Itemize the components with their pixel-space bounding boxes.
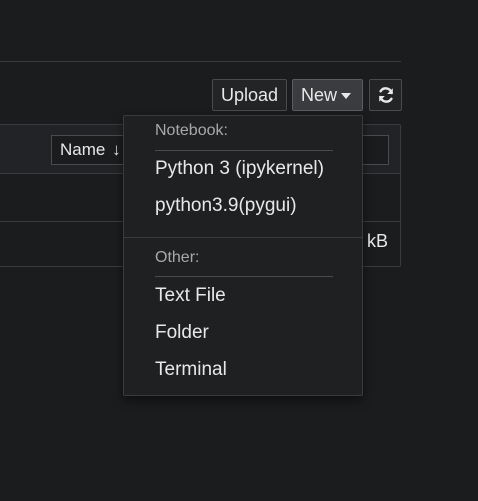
new-button-label: New: [301, 85, 338, 105]
top-divider: [0, 61, 401, 62]
menu-divider: [124, 237, 362, 238]
notebook-header-underline: [155, 150, 333, 151]
menu-item-terminal[interactable]: Terminal: [155, 359, 227, 381]
name-column-label: Name: [60, 140, 106, 159]
refresh-button[interactable]: [369, 79, 402, 111]
sort-down-arrow-icon: ↓: [112, 140, 121, 159]
upload-button[interactable]: Upload: [212, 79, 287, 111]
notebook-section-header: Notebook:: [155, 122, 228, 139]
file-browser-page: Upload New Name ↓ ze kB Notebook: Python: [0, 0, 478, 501]
caret-down-icon: [341, 93, 352, 100]
new-dropdown-menu: Notebook: Python 3 (ipykernel) python3.9…: [123, 115, 363, 396]
refresh-icon: [378, 87, 393, 103]
menu-item-python39-pygui[interactable]: python3.9(pygui): [155, 195, 297, 217]
other-section-header: Other:: [155, 249, 200, 266]
menu-item-python3-ipykernel[interactable]: Python 3 (ipykernel): [155, 158, 324, 180]
menu-item-folder[interactable]: Folder: [155, 322, 209, 344]
menu-item-text-file[interactable]: Text File: [155, 285, 226, 307]
file-size: kB: [366, 231, 388, 251]
sort-by-name-button[interactable]: Name ↓: [51, 135, 130, 165]
new-button[interactable]: New: [292, 79, 363, 111]
other-header-underline: [155, 276, 333, 277]
